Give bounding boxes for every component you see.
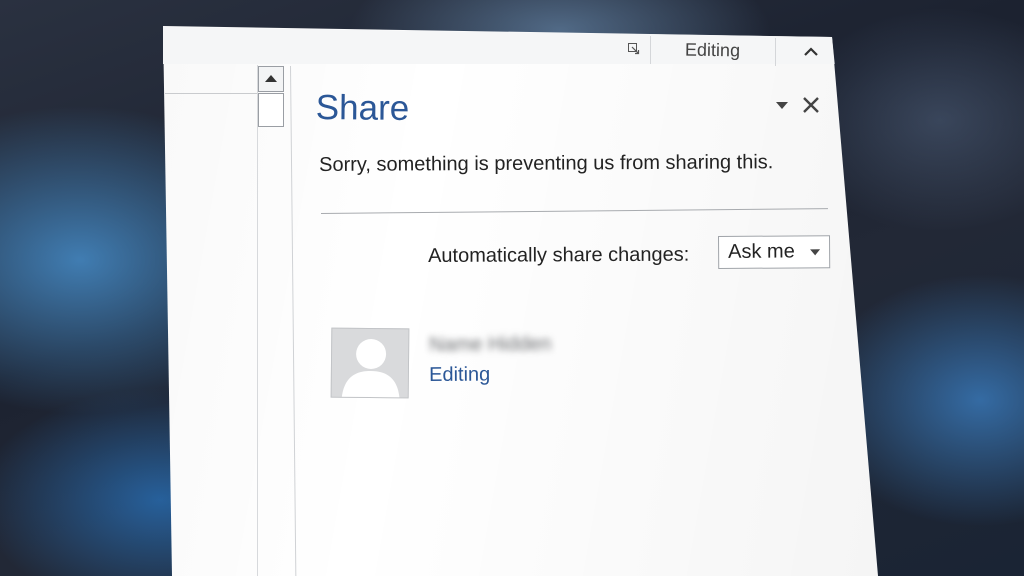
- auto-share-dropdown[interactable]: Ask me: [718, 235, 831, 269]
- scroll-up-button[interactable]: [258, 66, 284, 92]
- ribbon-divider: [650, 36, 651, 64]
- vertical-scrollbar[interactable]: [257, 65, 286, 576]
- person-silhouette-icon: [331, 328, 410, 399]
- ribbon-editing-group[interactable]: Editing: [685, 40, 740, 62]
- chevron-up-icon[interactable]: [802, 44, 820, 58]
- triangle-up-icon: [265, 75, 277, 82]
- user-permission-link[interactable]: Editing: [429, 364, 490, 387]
- user-name: Name Hidden: [429, 333, 552, 356]
- dialog-launcher-icon[interactable]: [628, 43, 642, 57]
- share-pane-title: Share: [315, 88, 410, 128]
- close-icon[interactable]: [800, 94, 822, 116]
- document-page-edge: [165, 63, 260, 94]
- scroll-thumb[interactable]: [258, 93, 284, 127]
- auto-share-label: Automatically share changes:: [428, 243, 690, 267]
- triangle-down-icon: [810, 249, 821, 256]
- auto-share-selected-value: Ask me: [728, 240, 795, 263]
- avatar: [330, 327, 410, 399]
- share-error-message: Sorry, something is preventing us from s…: [319, 151, 774, 176]
- triangle-down-icon[interactable]: [774, 97, 790, 111]
- share-pane: [300, 70, 860, 576]
- ribbon-divider: [775, 38, 776, 66]
